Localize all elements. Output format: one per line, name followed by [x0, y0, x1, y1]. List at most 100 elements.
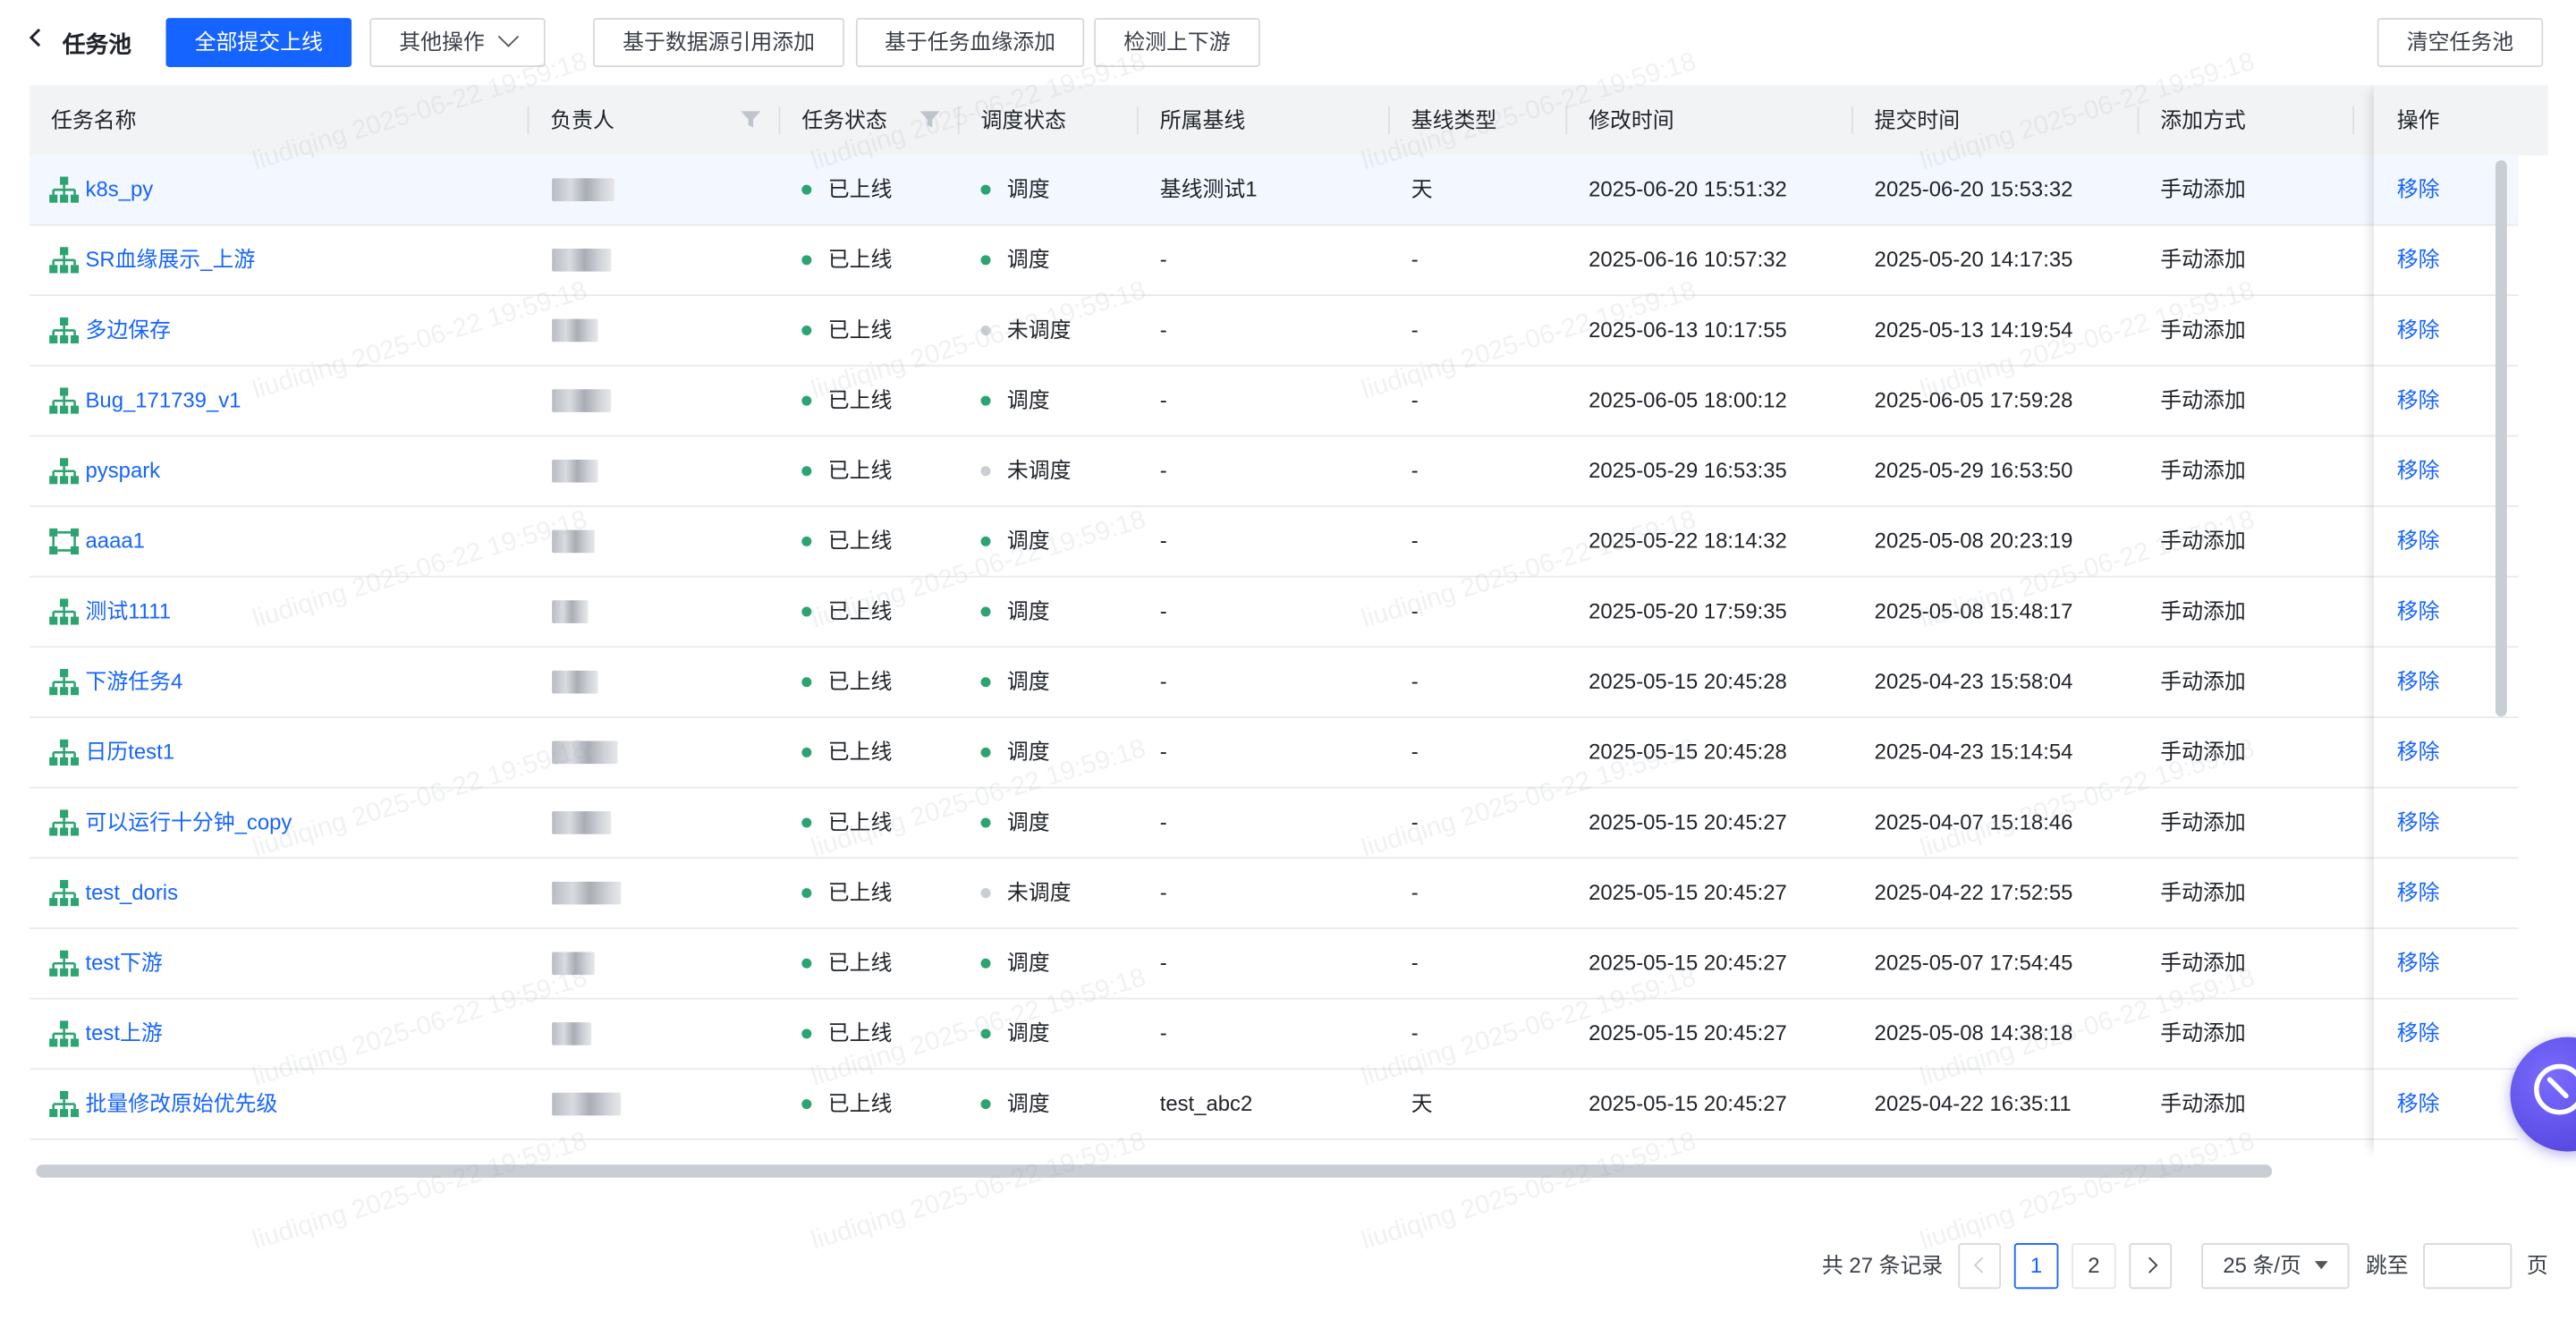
- remove-link[interactable]: 移除: [2397, 789, 2440, 858]
- table-row[interactable]: 下游任务4 已上线 调度 - - 2025-05-15 20:45:28 202…: [30, 647, 2519, 718]
- workflow-tree-icon: [49, 669, 80, 696]
- schedule-status: 调度: [980, 789, 1050, 858]
- task-status: 已上线: [801, 367, 892, 436]
- remove-link[interactable]: 移除: [2397, 929, 2440, 998]
- add-method: 手动添加: [2160, 317, 2246, 343]
- submitted-time: 2025-05-07 17:54:45: [1874, 950, 2073, 976]
- filter-icon[interactable]: [919, 110, 940, 130]
- pagination-total: 共 27 条记录: [1821, 1253, 1944, 1278]
- table-row[interactable]: 日历test1 已上线 调度 - - 2025-05-15 20:45:28 2…: [30, 718, 2519, 789]
- jump-page-input[interactable]: [2423, 1243, 2512, 1290]
- remove-link[interactable]: 移除: [2397, 859, 2440, 927]
- vertical-scrollbar[interactable]: [2495, 160, 2507, 717]
- modified-time: 2025-06-20 15:51:32: [1589, 176, 1787, 201]
- task-status: 已上线: [801, 296, 892, 365]
- remove-link[interactable]: 移除: [2397, 507, 2440, 576]
- submit-all-button[interactable]: 全部提交上线: [165, 18, 352, 67]
- table-row[interactable]: test上游 已上线 调度 - - 2025-05-15 20:45:27 20…: [30, 1000, 2519, 1070]
- page-1-button[interactable]: 1: [2013, 1243, 2059, 1290]
- schedule-status: 调度: [980, 1070, 1050, 1138]
- page-suffix: 页: [2526, 1253, 2548, 1278]
- task-status: 已上线: [801, 156, 892, 224]
- workflow-tree-icon: [49, 880, 80, 907]
- clear-pool-button[interactable]: 清空任务池: [2377, 18, 2544, 67]
- table-row[interactable]: SR血缘展示_上游 已上线 调度 - - 2025-06-16 10:57:32…: [30, 225, 2519, 297]
- other-operations-label: 其他操作: [399, 29, 485, 55]
- task-name-link[interactable]: 可以运行十分钟_copy: [86, 789, 292, 858]
- task-name-link[interactable]: SR血缘展示_上游: [86, 225, 256, 294]
- other-operations-dropdown[interactable]: 其他操作: [369, 18, 546, 67]
- chevron-right-icon: [2140, 1257, 2157, 1273]
- owner-avatar-blurred: [552, 389, 612, 412]
- schedule-status: 未调度: [980, 296, 1072, 365]
- table-row[interactable]: k8s_py 已上线 调度 基线测试1 天 2025-06-20 15:51:3…: [30, 155, 2519, 226]
- remove-link[interactable]: 移除: [2397, 225, 2440, 294]
- task-name-link[interactable]: test上游: [86, 1000, 163, 1069]
- page-2-button[interactable]: 2: [2072, 1243, 2116, 1290]
- add-method: 手动添加: [2160, 739, 2246, 765]
- page-size-select[interactable]: 25 条/页: [2201, 1243, 2350, 1290]
- workflow-tree-icon: [49, 317, 80, 344]
- remove-link[interactable]: 移除: [2397, 647, 2440, 716]
- table-row[interactable]: 可以运行十分钟_copy 已上线 调度 - - 2025-05-15 20:45…: [30, 789, 2519, 859]
- task-name-link[interactable]: test下游: [86, 929, 163, 998]
- modified-time: 2025-05-15 20:45:27: [1589, 950, 1787, 976]
- add-by-datasource-button[interactable]: 基于数据源引用添加: [593, 18, 845, 67]
- status-dot: [801, 536, 812, 546]
- modified-time: 2025-05-20 17:59:35: [1589, 598, 1787, 623]
- add-method: 手动添加: [2160, 669, 2246, 694]
- add-method: 手动添加: [2160, 387, 2246, 412]
- table-row[interactable]: test下游 已上线 调度 - - 2025-05-15 20:45:27 20…: [30, 929, 2519, 1000]
- remove-link[interactable]: 移除: [2397, 718, 2440, 787]
- baseline: -: [1159, 317, 1167, 343]
- baseline: -: [1159, 809, 1167, 834]
- status-dot: [801, 255, 812, 266]
- status-dot: [980, 536, 991, 546]
- col-baseline: 所属基线: [1139, 85, 1390, 156]
- submitted-time: 2025-05-08 15:48:17: [1874, 598, 2073, 623]
- task-name-link[interactable]: 多边保存: [86, 296, 172, 365]
- baseline-type: 天: [1411, 1090, 1433, 1116]
- remove-link[interactable]: 移除: [2397, 296, 2440, 365]
- status-dot: [801, 466, 812, 477]
- status-dot: [980, 747, 991, 757]
- remove-link[interactable]: 移除: [2397, 436, 2440, 505]
- remove-link[interactable]: 移除: [2397, 1070, 2440, 1138]
- modified-time: 2025-05-15 20:45:27: [1589, 809, 1787, 834]
- task-name-link[interactable]: test_doris: [86, 859, 179, 927]
- table-row[interactable]: pyspark 已上线 未调度 - - 2025-05-29 16:53:35 …: [30, 436, 2519, 507]
- filter-icon[interactable]: [741, 110, 761, 130]
- remove-link[interactable]: 移除: [2397, 367, 2440, 436]
- table-row[interactable]: Bug_171739_v1 已上线 调度 - - 2025-06-05 18:0…: [30, 367, 2519, 437]
- baseline: -: [1159, 387, 1167, 412]
- status-dot: [980, 817, 991, 828]
- add-by-lineage-button[interactable]: 基于任务血缘添加: [855, 18, 1085, 67]
- task-name-link[interactable]: 测试1111: [86, 578, 172, 647]
- remove-link[interactable]: 移除: [2397, 156, 2440, 224]
- task-name-link[interactable]: k8s_py: [86, 156, 154, 224]
- detect-upstream-downstream-button[interactable]: 检测上下游: [1094, 18, 1260, 67]
- schedule-status: 调度: [980, 367, 1050, 436]
- submitted-time: 2025-04-07 15:18:46: [1874, 809, 2073, 834]
- remove-link[interactable]: 移除: [2397, 578, 2440, 647]
- back-button[interactable]: [26, 26, 52, 59]
- modified-time: 2025-05-15 20:45:27: [1589, 880, 1787, 905]
- prev-page-button[interactable]: [1958, 1243, 2002, 1290]
- task-name-link[interactable]: aaaa1: [86, 507, 145, 576]
- task-name-link[interactable]: Bug_171739_v1: [86, 367, 242, 436]
- remove-link[interactable]: 移除: [2397, 1000, 2440, 1069]
- table-row[interactable]: 多边保存 已上线 未调度 - - 2025-06-13 10:17:55 202…: [30, 296, 2519, 367]
- col-baseline-type: 基线类型: [1390, 85, 1568, 156]
- col-modified-time: 修改时间: [1567, 85, 1853, 156]
- table-row[interactable]: 批量修改原始优先级 已上线 调度 test_abc2 天 2025-05-15 …: [30, 1070, 2519, 1140]
- table-row[interactable]: aaaa1 已上线 调度 - - 2025-05-22 18:14:32 202…: [30, 507, 2519, 578]
- add-method: 手动添加: [2160, 1020, 2246, 1045]
- task-name-link[interactable]: pyspark: [86, 436, 161, 505]
- horizontal-scrollbar[interactable]: [36, 1164, 2273, 1178]
- task-name-link[interactable]: 下游任务4: [86, 647, 183, 716]
- table-row[interactable]: test_doris 已上线 未调度 - - 2025-05-15 20:45:…: [30, 859, 2519, 929]
- next-page-button[interactable]: [2129, 1243, 2173, 1290]
- task-name-link[interactable]: 日历test1: [86, 718, 175, 787]
- table-row[interactable]: 测试1111 已上线 调度 - - 2025-05-20 17:59:35 20…: [30, 578, 2519, 648]
- task-name-link[interactable]: 批量修改原始优先级: [86, 1070, 278, 1138]
